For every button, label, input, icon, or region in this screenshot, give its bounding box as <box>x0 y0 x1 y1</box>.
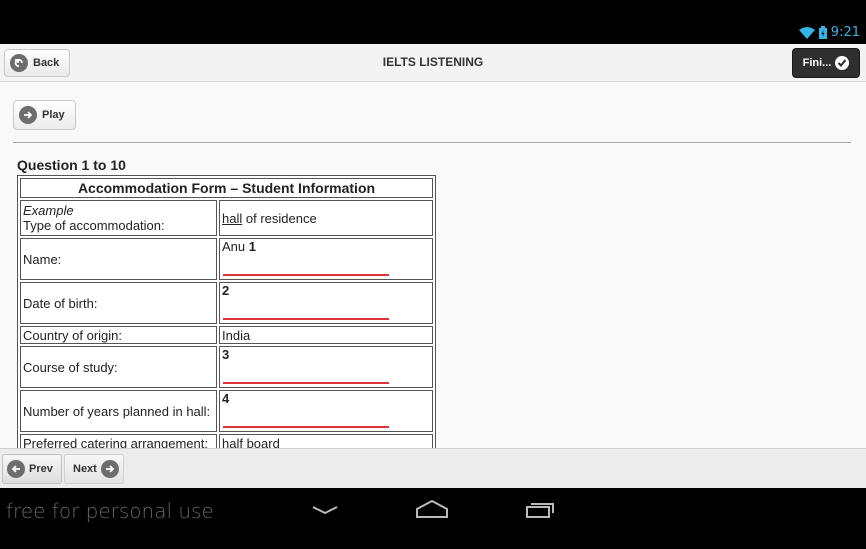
play-button-label: Play <box>42 109 65 121</box>
check-icon <box>835 56 850 70</box>
question-content: Play Question 1 to 10 Accommodation Form… <box>0 82 866 448</box>
prev-button[interactable]: Prev <box>2 454 62 484</box>
next-button-label: Next <box>73 463 97 475</box>
recent-apps-button[interactable] <box>520 496 560 526</box>
catering-value: half board <box>219 434 433 448</box>
form-label-example: Example Type of accommodation: <box>20 200 217 236</box>
example-answer: hall of residence <box>219 200 433 236</box>
app-screen: 9:21 Back IELTS LISTENING Fini... Play Q… <box>0 0 866 549</box>
status-time: 9:21 <box>830 25 860 40</box>
answer-line-4 <box>223 426 389 428</box>
form-label-name: Name: <box>20 238 217 280</box>
finish-button[interactable]: Fini... <box>792 48 860 78</box>
app-header: Back IELTS LISTENING Fini... <box>0 44 866 82</box>
watermark-text: free for personal use <box>6 499 214 523</box>
form-label-country: Country of origin: <box>20 326 217 344</box>
page-title: IELTS LISTENING <box>382 55 484 69</box>
chevron-down-icon <box>311 502 339 520</box>
arrow-left-icon <box>7 460 25 478</box>
form-title: Accommodation Form – Student Information <box>20 178 433 198</box>
home-button[interactable] <box>412 496 452 526</box>
example-answer-underlined: hall <box>222 210 243 226</box>
answer-field-4[interactable]: 4 <box>219 390 433 432</box>
status-icons: 9:21 <box>798 25 860 40</box>
form-label-dob: Date of birth: <box>20 282 217 324</box>
accommodation-form-table: Accommodation Form – Student Information… <box>17 175 436 448</box>
answer-field-2[interactable]: 2 <box>219 282 433 324</box>
country-value: India <box>219 326 433 344</box>
example-tag: Example <box>23 203 74 218</box>
play-arrow-icon <box>19 106 37 124</box>
battery-icon <box>818 26 827 39</box>
divider <box>13 142 851 143</box>
recent-apps-icon <box>525 499 555 524</box>
status-bar: 9:21 <box>0 0 866 44</box>
footer-nav: Prev Next <box>0 448 866 488</box>
next-button[interactable]: Next <box>64 454 124 484</box>
finish-button-label: Fini... <box>802 57 832 69</box>
answer-number-3: 3 <box>222 347 230 362</box>
play-button[interactable]: Play <box>13 100 76 130</box>
answer-number-2: 2 <box>222 283 230 298</box>
example-label: Type of accommodation: <box>23 218 165 233</box>
system-nav-bar: free for personal use <box>0 488 866 549</box>
answer-number-1: 1 <box>248 239 256 254</box>
answer-line-3 <box>223 382 389 384</box>
answer-number-4: 4 <box>222 391 230 406</box>
home-icon <box>415 499 449 524</box>
answer-field-1[interactable]: Anu 1 <box>219 238 433 280</box>
answer-field-3[interactable]: 3 <box>219 346 433 388</box>
form-label-years: Number of years planned in hall: <box>20 390 217 432</box>
arrow-right-icon <box>100 460 119 478</box>
example-answer-rest: of residence <box>242 210 317 226</box>
form-label-catering: Preferred catering arrangement: <box>20 434 217 448</box>
answer-line-1 <box>223 274 389 276</box>
question-heading: Question 1 to 10 <box>17 157 126 173</box>
answer-line-2 <box>223 318 389 320</box>
wifi-icon <box>798 26 815 39</box>
prev-button-label: Prev <box>29 463 53 475</box>
hide-keyboard-button[interactable] <box>305 496 345 526</box>
answer-prefix-1: Anu <box>222 239 249 254</box>
form-label-course: Course of study: <box>20 346 217 388</box>
